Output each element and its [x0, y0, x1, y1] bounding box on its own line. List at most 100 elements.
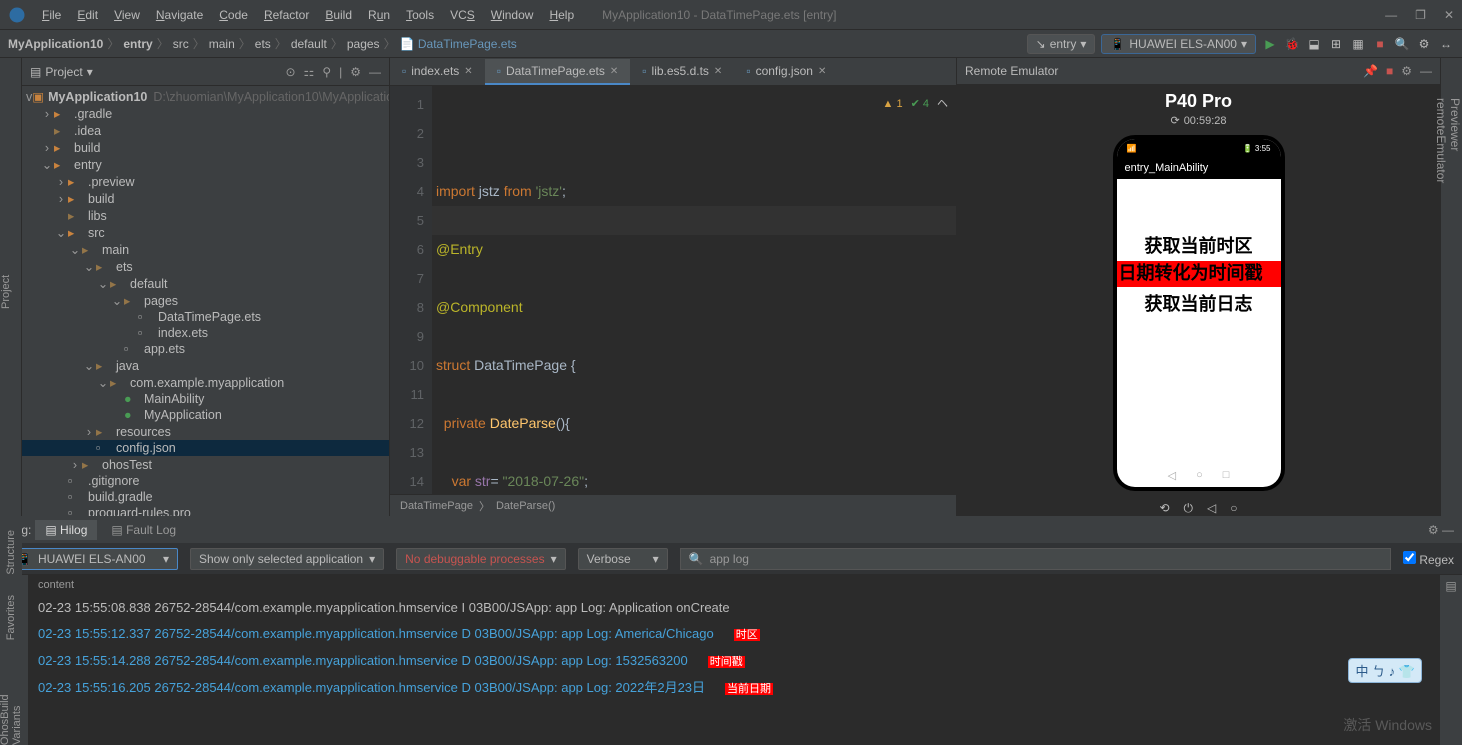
menu-edit[interactable]: Edit [69, 8, 106, 22]
log-level-select[interactable]: Verbose ▾ [578, 548, 668, 570]
tree-item[interactable]: ▸.idea [22, 122, 389, 139]
close-tab-icon[interactable]: ✕ [714, 66, 722, 77]
tree-item[interactable]: ›▸resources [22, 423, 389, 440]
menu-window[interactable]: Window [483, 8, 542, 22]
tree-item[interactable]: ▸libs [22, 207, 389, 224]
inspection-bar[interactable]: ▲ 1 ✔ 4 ヘ [883, 90, 948, 119]
hide-icon[interactable]: — [369, 65, 381, 79]
tree-item[interactable]: ⌄▸java [22, 357, 389, 374]
editor-tab[interactable]: ▫config.json✕ [734, 59, 838, 85]
back-icon[interactable]: ◁ [1207, 501, 1216, 516]
log-filter-app[interactable]: Show only selected application ▾ [190, 548, 384, 570]
phone-button-3[interactable]: 获取当前日志 [1117, 287, 1281, 319]
bc-item[interactable]: entry [123, 37, 152, 51]
tree-item[interactable]: ⌄▸ets [22, 258, 389, 275]
menu-view[interactable]: View [106, 8, 148, 22]
coverage-icon[interactable]: ⬓ [1306, 36, 1322, 52]
tree-item[interactable]: ▫DataTimePage.ets [22, 309, 389, 325]
log-filter-process[interactable]: No debuggable processes ▾ [396, 548, 565, 570]
log-content[interactable]: content 02-23 15:55:08.838 26752-28544/c… [28, 575, 1440, 745]
menu-tools[interactable]: Tools [398, 8, 442, 22]
profile-icon[interactable]: ⊞ [1328, 36, 1344, 52]
menu-file[interactable]: File [34, 8, 69, 22]
bc-item[interactable]: main [209, 37, 235, 51]
tree-item[interactable]: ▫proguard-rules.pro [22, 505, 389, 516]
device-select[interactable]: 📱 HUAWEI ELS-AN00 ▾ [1101, 34, 1256, 54]
tree-item[interactable]: ⌄▸entry [22, 156, 389, 173]
log-tab-fault[interactable]: ▤ Fault Log [101, 520, 186, 540]
phone-button-1[interactable]: 获取当前时区 [1117, 229, 1281, 261]
tree-item[interactable]: ⌄▸default [22, 275, 389, 292]
tree-item[interactable]: ▫config.json [22, 440, 389, 456]
bc-item[interactable]: src [173, 37, 189, 51]
tree-item[interactable]: ▫.gitignore [22, 473, 389, 489]
tree-item[interactable]: ›▸.preview [22, 173, 389, 190]
rotate-icon[interactable]: ⟲ [1159, 501, 1169, 516]
tree-item[interactable]: ⌄▸main [22, 241, 389, 258]
log-search-input[interactable]: 🔍 app log [680, 548, 1391, 570]
side-variants[interactable]: OhosBuild Variants [0, 660, 23, 745]
editor-tab[interactable]: ▫index.ets✕ [390, 59, 485, 85]
bc-item[interactable]: ets [255, 37, 271, 51]
tree-item[interactable]: ›▸.gradle [22, 105, 389, 122]
run-config-select[interactable]: ↘ entry ▾ [1027, 34, 1096, 54]
debug-icon[interactable]: 🐞 [1284, 36, 1300, 52]
emulator-hide-icon[interactable]: — [1420, 64, 1432, 78]
menu-help[interactable]: Help [541, 8, 582, 22]
menu-vcs[interactable]: VCS [442, 8, 483, 22]
left-sidebar-tabs[interactable]: Project [0, 58, 22, 516]
menu-run[interactable]: Run [360, 8, 398, 22]
menu-navigate[interactable]: Navigate [148, 8, 211, 22]
project-tree[interactable]: v▣ MyApplication10 D:\zhuomian\MyApplica… [22, 86, 389, 516]
emulator-settings-icon[interactable]: ⚙ [1401, 64, 1412, 78]
phone-screen[interactable]: 📶🔋 3:55 entry_MainAbility 获取当前时区 日期转化为时间… [1117, 139, 1281, 487]
phone-button-2[interactable]: 日期转化为时间戳 [1117, 261, 1281, 287]
sync-icon[interactable]: ↔ [1438, 36, 1454, 52]
run-icon[interactable]: ▶ [1262, 36, 1278, 52]
stop-icon[interactable]: ■ [1372, 36, 1388, 52]
log-tab-hilog[interactable]: ▤ Hilog [35, 520, 97, 540]
close-icon[interactable]: ✕ [1444, 8, 1454, 22]
editor-tab[interactable]: ▫lib.es5.d.ts✕ [630, 59, 734, 85]
close-tab-icon[interactable]: ✕ [818, 66, 826, 77]
stop-emulator-icon[interactable]: ■ [1386, 64, 1393, 78]
bc-item[interactable]: 📄 DataTimePage.ets [400, 37, 517, 51]
minimize-icon[interactable]: — [1385, 8, 1397, 22]
log-layout-icon[interactable]: ▤ [1445, 579, 1456, 593]
tree-item[interactable]: ⌄▸com.example.myapplication [22, 374, 389, 391]
tree-item[interactable]: ›▸ohosTest [22, 456, 389, 473]
tree-item[interactable]: ›▸build [22, 190, 389, 207]
attach-icon[interactable]: ▦ [1350, 36, 1366, 52]
bc-item[interactable]: MyApplication10 [8, 37, 103, 51]
tree-item[interactable]: ▫app.ets [22, 341, 389, 357]
menu-code[interactable]: Code [211, 8, 256, 22]
tree-item[interactable]: ●MainAbility [22, 391, 389, 407]
options-icon[interactable]: ⚙ [350, 65, 361, 79]
tree-item[interactable]: ▫build.gradle [22, 489, 389, 505]
home-icon[interactable]: ○ [1230, 501, 1237, 516]
tree-root[interactable]: v▣ MyApplication10 D:\zhuomian\MyApplica… [22, 88, 389, 105]
close-tab-icon[interactable]: ✕ [610, 66, 618, 77]
expand-icon[interactable]: ⚏ [304, 65, 315, 79]
select-icon[interactable]: ⚲ [322, 65, 331, 79]
log-device-select[interactable]: 📱 HUAWEI ELS-AN00 ▾ [8, 548, 178, 570]
maximize-icon[interactable]: ❐ [1415, 8, 1426, 22]
side-structure[interactable]: Structure [5, 530, 17, 575]
editor-tab[interactable]: ▫DataTimePage.ets✕ [485, 59, 631, 85]
log-settings-icon[interactable]: ⚙ — [1428, 523, 1454, 537]
tree-item[interactable]: ▫index.ets [22, 325, 389, 341]
bc-item[interactable]: default [291, 37, 327, 51]
collapse-icon[interactable]: ⊙ [285, 65, 295, 79]
close-tab-icon[interactable]: ✕ [464, 66, 472, 77]
code-area[interactable]: ▲ 1 ✔ 4 ヘ import jstz from 'jstz'; @Entr… [432, 86, 956, 494]
tree-item[interactable]: ●MyApplication [22, 407, 389, 423]
tree-item[interactable]: ⌄▸src [22, 224, 389, 241]
settings-icon[interactable]: ⚙ [1416, 36, 1432, 52]
editor-breadcrumb[interactable]: DataTimePage 〉 DateParse() [390, 494, 956, 516]
tree-item[interactable]: ›▸build [22, 139, 389, 156]
bc-item[interactable]: pages [347, 37, 380, 51]
pin-icon[interactable]: 📌 [1363, 64, 1378, 78]
menu-build[interactable]: Build [317, 8, 360, 22]
tree-item[interactable]: ⌄▸pages [22, 292, 389, 309]
editor-body[interactable]: 1234567891011121314 ▲ 1 ✔ 4 ヘ import jst… [390, 86, 956, 494]
